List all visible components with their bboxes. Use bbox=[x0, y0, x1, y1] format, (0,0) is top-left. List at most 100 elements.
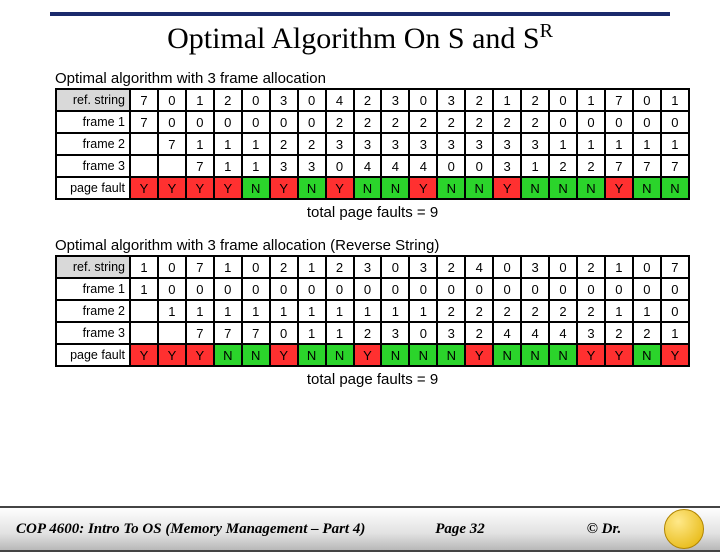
cell: 1 bbox=[605, 300, 633, 322]
cell: 0 bbox=[158, 89, 186, 111]
title-rule bbox=[50, 12, 670, 16]
row-label-ref: ref. string bbox=[56, 256, 130, 278]
cell: 2 bbox=[465, 300, 493, 322]
cell: 7 bbox=[214, 322, 242, 344]
cell: 3 bbox=[521, 133, 549, 155]
cell: 3 bbox=[437, 133, 465, 155]
total-faults-reverse: total page faults = 9 bbox=[55, 371, 690, 388]
cell: 0 bbox=[549, 278, 577, 300]
row-label-frame2: frame 2 bbox=[56, 133, 130, 155]
cell: 1 bbox=[326, 322, 354, 344]
cell: 1 bbox=[130, 278, 158, 300]
cell bbox=[130, 133, 158, 155]
cell: 3 bbox=[437, 89, 465, 111]
cell: 0 bbox=[661, 278, 689, 300]
cell: 2 bbox=[354, 111, 382, 133]
row-label-frame3: frame 3 bbox=[56, 322, 130, 344]
cell: 0 bbox=[549, 89, 577, 111]
cell: 7 bbox=[605, 155, 633, 177]
page-number: Page 32 bbox=[376, 521, 544, 538]
cell: 1 bbox=[130, 256, 158, 278]
cell: 3 bbox=[493, 133, 521, 155]
cell: 3 bbox=[270, 89, 298, 111]
cell: Y bbox=[354, 344, 382, 366]
cell bbox=[130, 300, 158, 322]
cell: N bbox=[354, 177, 382, 199]
cell: 0 bbox=[381, 278, 409, 300]
cell: 7 bbox=[186, 155, 214, 177]
cell: 1 bbox=[214, 300, 242, 322]
cell: 2 bbox=[521, 111, 549, 133]
sim-block-reverse: Optimal algorithm with 3 frame allocatio… bbox=[55, 237, 690, 388]
cell: Y bbox=[465, 344, 493, 366]
cell: Y bbox=[493, 177, 521, 199]
cell: 7 bbox=[186, 322, 214, 344]
total-faults-forward: total page faults = 9 bbox=[55, 204, 690, 221]
cell: 4 bbox=[409, 155, 437, 177]
cell: 3 bbox=[381, 89, 409, 111]
cell: 0 bbox=[605, 111, 633, 133]
row-label-fault: page fault bbox=[56, 177, 130, 199]
cell: 1 bbox=[270, 300, 298, 322]
cell: Y bbox=[130, 344, 158, 366]
cell: 4 bbox=[521, 322, 549, 344]
cell: 2 bbox=[354, 89, 382, 111]
cell: 1 bbox=[158, 300, 186, 322]
cell: 1 bbox=[298, 256, 326, 278]
cell: 0 bbox=[493, 278, 521, 300]
cell: Y bbox=[158, 344, 186, 366]
cell: 2 bbox=[465, 111, 493, 133]
cell: 0 bbox=[437, 278, 465, 300]
cell: 0 bbox=[409, 89, 437, 111]
cell: 1 bbox=[633, 300, 661, 322]
cell: 2 bbox=[409, 111, 437, 133]
cell: 0 bbox=[465, 278, 493, 300]
cell: 0 bbox=[633, 278, 661, 300]
cell: 3 bbox=[270, 155, 298, 177]
cell: 1 bbox=[186, 89, 214, 111]
cell: 0 bbox=[242, 89, 270, 111]
cell: N bbox=[549, 177, 577, 199]
cell: 4 bbox=[549, 322, 577, 344]
cell: 0 bbox=[521, 278, 549, 300]
cell: N bbox=[214, 344, 242, 366]
cell: 1 bbox=[214, 133, 242, 155]
cell: 1 bbox=[633, 133, 661, 155]
cell bbox=[158, 155, 186, 177]
cell: Y bbox=[158, 177, 186, 199]
cell: Y bbox=[186, 177, 214, 199]
row-label-frame2: frame 2 bbox=[56, 300, 130, 322]
cell: 0 bbox=[354, 278, 382, 300]
cell: N bbox=[521, 177, 549, 199]
cell: 1 bbox=[186, 300, 214, 322]
cell: 0 bbox=[549, 256, 577, 278]
cell: 4 bbox=[381, 155, 409, 177]
cell: 2 bbox=[577, 155, 605, 177]
cell: Y bbox=[409, 177, 437, 199]
cell: 0 bbox=[158, 278, 186, 300]
cell: 1 bbox=[186, 133, 214, 155]
cell: 0 bbox=[270, 111, 298, 133]
cell: 1 bbox=[409, 300, 437, 322]
cell: Y bbox=[661, 344, 689, 366]
cell: 1 bbox=[661, 133, 689, 155]
cell: 2 bbox=[577, 256, 605, 278]
cell: 2 bbox=[270, 133, 298, 155]
cell: 0 bbox=[270, 278, 298, 300]
cell: 0 bbox=[493, 256, 521, 278]
cell: 1 bbox=[661, 89, 689, 111]
cell: 0 bbox=[270, 322, 298, 344]
row-label-ref: ref. string bbox=[56, 89, 130, 111]
cell: Y bbox=[577, 344, 605, 366]
cell: 7 bbox=[130, 89, 158, 111]
cell: N bbox=[493, 344, 521, 366]
cell: 0 bbox=[186, 111, 214, 133]
cell: 2 bbox=[549, 300, 577, 322]
cell: 1 bbox=[214, 155, 242, 177]
cell: N bbox=[661, 177, 689, 199]
cell: 0 bbox=[214, 111, 242, 133]
cell: 3 bbox=[381, 133, 409, 155]
cell: N bbox=[437, 344, 465, 366]
course-label: COP 4600: Intro To OS (Memory Management… bbox=[0, 521, 376, 538]
ucf-logo-icon bbox=[664, 509, 704, 549]
